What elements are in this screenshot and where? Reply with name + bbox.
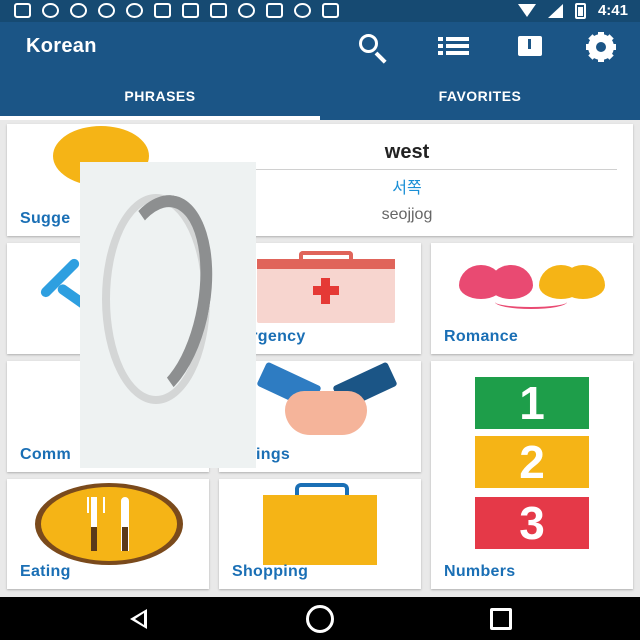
first-aid-kit-icon (257, 259, 395, 323)
tab-favorites[interactable]: FAVORITES (320, 70, 640, 120)
app-bar: Korean (0, 22, 640, 70)
category-shopping[interactable]: Shopping (219, 479, 421, 589)
word-english: west (384, 141, 430, 163)
app-notification-icon (154, 3, 171, 18)
system-navigation-bar (0, 597, 640, 640)
divider (237, 169, 617, 170)
handshake-hands (285, 391, 367, 435)
fork-icon (87, 497, 105, 551)
number-one-icon: 1 (475, 377, 589, 429)
number-three-icon: 3 (475, 497, 589, 549)
battery-icon (574, 2, 586, 19)
category-label: Eating (20, 563, 71, 580)
headphones-icon (238, 3, 255, 18)
loading-overlay (80, 162, 256, 468)
category-label: Comm (20, 446, 71, 463)
app-title: Korean (26, 35, 97, 57)
list-icon[interactable] (438, 32, 469, 60)
gear-icon[interactable] (586, 32, 616, 62)
cat-icon (266, 3, 283, 18)
heart-icon (561, 265, 605, 299)
number-two-icon: 2 (475, 436, 589, 488)
word-romanization: seojjog (381, 206, 433, 223)
plate-inner (41, 487, 177, 561)
home-icon[interactable] (306, 605, 334, 633)
category-label: Numbers (444, 563, 516, 580)
category-romance[interactable]: Romance (431, 243, 633, 354)
word-korean: 서쪽 (392, 180, 422, 197)
search-icon[interactable] (358, 32, 388, 64)
category-label: Romance (444, 328, 519, 345)
system-status: 4:41 (517, 2, 628, 19)
facebook-icon (210, 3, 227, 18)
music-icon (126, 3, 143, 18)
clock: 4:41 (597, 2, 628, 19)
music-icon (42, 3, 59, 18)
knife-icon (121, 497, 129, 551)
tab-bar: PHRASES FAVORITES (0, 70, 640, 120)
music-icon (98, 3, 115, 18)
loading-spinner-arc (84, 186, 228, 412)
category-label: Shopping (232, 563, 309, 580)
wifi-icon (517, 4, 536, 17)
shopping-bag-icon (263, 495, 377, 565)
info-icon (294, 3, 311, 18)
status-bar: 4:41 (0, 0, 640, 22)
heart-icon (489, 265, 533, 299)
balloon-string (495, 295, 567, 309)
category-numbers[interactable]: 1 2 3 Numbers (431, 361, 633, 589)
book-icon[interactable] (516, 32, 546, 60)
notification-icons (14, 3, 339, 18)
message-icon (14, 3, 31, 18)
trophy-icon (182, 3, 199, 18)
suggestion-label: Sugge (20, 210, 71, 227)
category-eating[interactable]: Eating (7, 479, 209, 589)
recent-apps-icon[interactable] (490, 608, 512, 630)
tab-phrases[interactable]: PHRASES (0, 70, 320, 120)
music-icon (70, 3, 87, 18)
lock-icon (322, 3, 339, 18)
app-screen: 4:41 Korean PHRASES FAVORITES Sugge west… (0, 0, 640, 640)
back-icon[interactable] (128, 607, 152, 631)
signal-icon (547, 3, 563, 18)
